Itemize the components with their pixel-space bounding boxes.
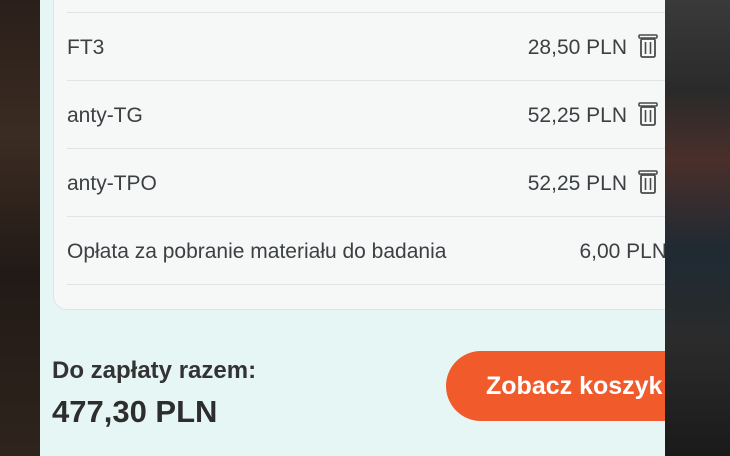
fee-name: Opłata za pobranie materiału do badania: [67, 240, 447, 263]
trash-icon[interactable]: [638, 170, 658, 194]
cart-item-row: FT3 28,50 PLN: [67, 14, 665, 81]
cart-item-name: anty-TPO: [67, 172, 157, 195]
cart-item-price: 52,25 PLN: [527, 104, 627, 127]
cart-item-price: 52,25 PLN: [527, 172, 627, 195]
cart-item-row: anty-TG 52,25 PLN: [67, 82, 665, 149]
total-label: Do zapłaty razem:: [52, 357, 257, 384]
row-divider: [67, 12, 665, 13]
background-photo-left: [0, 0, 40, 456]
cart-summary-sheet: FT3 28,50 PLN anty-TG 52,25 PLN anty-TPO…: [40, 0, 665, 456]
view-cart-button-label: Zobacz koszyk: [486, 372, 663, 400]
view-cart-button[interactable]: Zobacz koszyk: [446, 351, 665, 421]
fee-row: Opłata za pobranie materiału do badania …: [67, 218, 665, 285]
cart-item-row: anty-TPO 52,25 PLN: [67, 150, 665, 217]
background-photo-right: [665, 0, 730, 456]
fee-price: 6,00 PLN: [579, 240, 665, 263]
trash-icon[interactable]: [638, 34, 658, 58]
trash-icon[interactable]: [638, 102, 658, 126]
cart-item-name: anty-TG: [67, 104, 143, 127]
total-amount: 477,30 PLN: [52, 394, 218, 429]
cart-item-price: 28,50 PLN: [527, 36, 627, 59]
cart-item-name: FT3: [67, 36, 105, 59]
